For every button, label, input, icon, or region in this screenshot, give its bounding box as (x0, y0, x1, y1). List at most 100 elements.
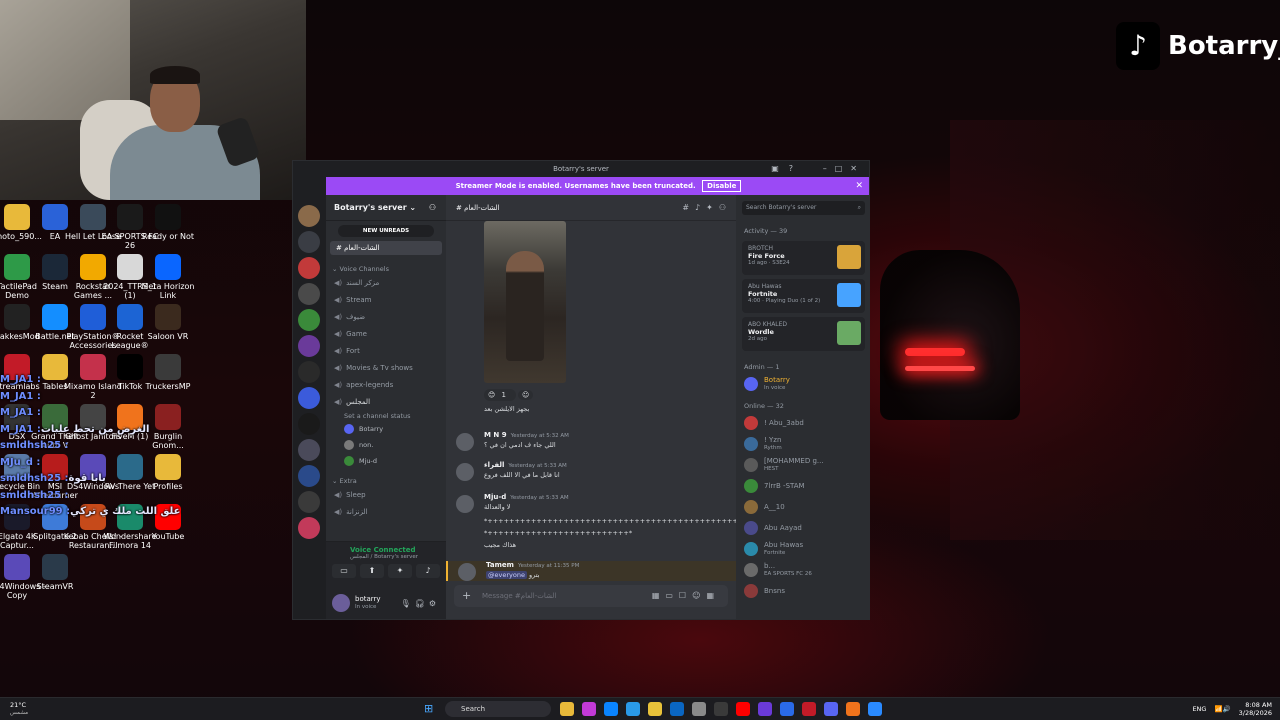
reaction[interactable]: 😊 1 (484, 389, 516, 401)
server-icon[interactable] (298, 205, 320, 227)
header-toolbar-icons[interactable]: #♪✦⚇ (682, 195, 732, 221)
activity-card[interactable]: ABO KHALED Wordle 2d ago (742, 317, 865, 351)
clock[interactable]: 8:08 AM 3/28/2026 (1239, 701, 1272, 717)
taskbar-app-icon[interactable] (736, 702, 750, 716)
avatar[interactable] (458, 563, 476, 581)
taskbar-app-icon[interactable] (560, 702, 574, 716)
weather-temp: 21°C (10, 701, 27, 709)
activity-header[interactable]: Activity — 39 (736, 221, 869, 237)
server-icon[interactable] (298, 361, 320, 383)
new-unreads-pill[interactable]: NEW UNREADS (338, 225, 434, 237)
member-item[interactable]: Abu Hawas Fortnite (736, 538, 869, 559)
add-attachment-icon[interactable]: + (462, 585, 471, 607)
close-icon[interactable]: ✕ (855, 177, 863, 195)
server-icon[interactable] (298, 465, 320, 487)
activity-card[interactable]: Abu Hawas Fortnite 4:00 · Playing Duo (1 o… (742, 279, 865, 313)
member-item[interactable]: Bnsns (736, 580, 869, 601)
window-controls[interactable]: –□✕ (823, 161, 865, 177)
server-icon[interactable] (298, 491, 320, 513)
voice-category[interactable]: ⌄ Voice Channels (326, 257, 446, 275)
tray-icons[interactable]: 📶🔊 (1214, 705, 1230, 713)
screen-share-icon[interactable]: ⬆ (360, 564, 384, 578)
desktop-icon[interactable]: SteamVR (24, 550, 86, 612)
user-controls[interactable]: 🎙︎🎧︎⚙︎ (401, 599, 440, 608)
extra-category[interactable]: ⌄ Extra (326, 469, 446, 487)
voice-channel[interactable]: ◀) Stream (326, 292, 446, 309)
avatar[interactable] (456, 495, 474, 513)
taskbar-app-icon[interactable] (802, 702, 816, 716)
voice-channel[interactable]: ◀) ضيوف (326, 309, 446, 326)
add-user-icon[interactable]: ⚇ (429, 195, 436, 221)
message-author[interactable]: M N 9 (484, 431, 507, 439)
voice-channel[interactable]: ◀) Sleep (326, 487, 446, 504)
message-input[interactable]: + Message #الشات-العام ▦▭☐☺▦ (454, 585, 728, 607)
camera-icon[interactable]: ▭ (332, 564, 356, 578)
channel-selected[interactable]: # الشات-العام (330, 241, 442, 255)
member-item[interactable]: b... EA SPORTS FC 26 (736, 559, 869, 580)
member-item[interactable]: A__10 (736, 496, 869, 517)
server-icon[interactable] (298, 413, 320, 435)
weather-widget[interactable]: 21°C مشمس (10, 701, 28, 717)
voice-user[interactable]: Mju-d (326, 453, 446, 469)
server-icon[interactable] (298, 309, 320, 331)
search-input[interactable]: Search Botarry's server ⌕ (742, 201, 865, 215)
server-icon[interactable] (298, 517, 320, 539)
avatar[interactable] (456, 433, 474, 451)
voice-channel[interactable]: ◀) الزنزانة (326, 504, 446, 521)
server-icon[interactable] (298, 387, 320, 409)
clock-date: 3/28/2026 (1238, 709, 1272, 717)
add-reaction-icon[interactable]: ☺ (518, 390, 534, 400)
server-icon[interactable] (298, 439, 320, 461)
voice-channel[interactable]: ◀) apex-legends (326, 377, 446, 394)
search-placeholder: Search Botarry's server (746, 204, 817, 211)
composer-icons[interactable]: ▦▭☐☺▦ (652, 585, 720, 607)
member-item[interactable]: [MOHAMMED g... HEST (736, 454, 869, 475)
server-icon[interactable] (298, 257, 320, 279)
taskbar-search[interactable]: Search (445, 701, 551, 717)
member-item[interactable]: 7lrrB -STAM (736, 475, 869, 496)
inbox-icon[interactable]: ▣? (771, 161, 803, 177)
soundboard-icon[interactable]: ♪ (416, 564, 440, 578)
taskbar-app-icon[interactable] (670, 702, 684, 716)
channel-status[interactable]: Set a channel status (326, 411, 446, 421)
avatar[interactable] (456, 463, 474, 481)
message-author[interactable]: الفراء (484, 461, 504, 469)
voice-channel[interactable]: ◀) Fort (326, 343, 446, 360)
taskbar-app-icon[interactable] (714, 702, 728, 716)
voice-channel[interactable]: ◀) Movies & Tv shows (326, 360, 446, 377)
member-item[interactable]: ! Abu_3abd (736, 412, 869, 433)
activity-card[interactable]: BROTCH Fire Force 1d ago · S3E24 (742, 241, 865, 275)
member-item[interactable]: ! Yzn Rythm (736, 433, 869, 454)
taskbar-app-icon[interactable] (692, 702, 706, 716)
taskbar-app-icon[interactable] (780, 702, 794, 716)
start-icon[interactable]: ⊞ (424, 703, 436, 715)
message-author[interactable]: Mju-d (484, 493, 506, 501)
taskbar-app-icon[interactable] (648, 702, 662, 716)
mention[interactable]: @everyone (486, 571, 527, 579)
disable-button[interactable]: Disable (702, 180, 742, 192)
voice-channel[interactable]: ◀) مزكر السند (326, 275, 446, 292)
voice-channel[interactable]: ◀) Game (326, 326, 446, 343)
taskbar-app-icon[interactable] (758, 702, 772, 716)
server-icon[interactable] (298, 283, 320, 305)
voice-user[interactable]: non. (326, 437, 446, 453)
member-item[interactable]: Abu Aayad (736, 517, 869, 538)
taskbar-app-icon[interactable] (604, 702, 618, 716)
taskbar-app-icon[interactable] (582, 702, 596, 716)
taskbar-app-icon[interactable] (846, 702, 860, 716)
server-icon[interactable] (298, 335, 320, 357)
avatar[interactable] (332, 594, 350, 612)
taskbar-app-icon[interactable] (824, 702, 838, 716)
activities-icon[interactable]: ✦ (388, 564, 412, 578)
desktop-icon-label: Burglin Gnom... (152, 432, 184, 450)
language-indicator[interactable]: ENG (1192, 705, 1206, 713)
message-author[interactable]: Tamem (486, 561, 514, 569)
server-icon[interactable] (298, 231, 320, 253)
taskbar-app-icon[interactable] (868, 702, 882, 716)
speaker-icon: ◀) (334, 347, 343, 355)
server-name[interactable]: Botarry's server ⌄ ⚇ (326, 195, 446, 221)
message-image[interactable] (484, 221, 566, 383)
member-item[interactable]: Botarry In voice (736, 373, 869, 394)
taskbar-app-icon[interactable] (626, 702, 640, 716)
chat-message: smldhsh25 :بابا قوة (0, 473, 106, 484)
